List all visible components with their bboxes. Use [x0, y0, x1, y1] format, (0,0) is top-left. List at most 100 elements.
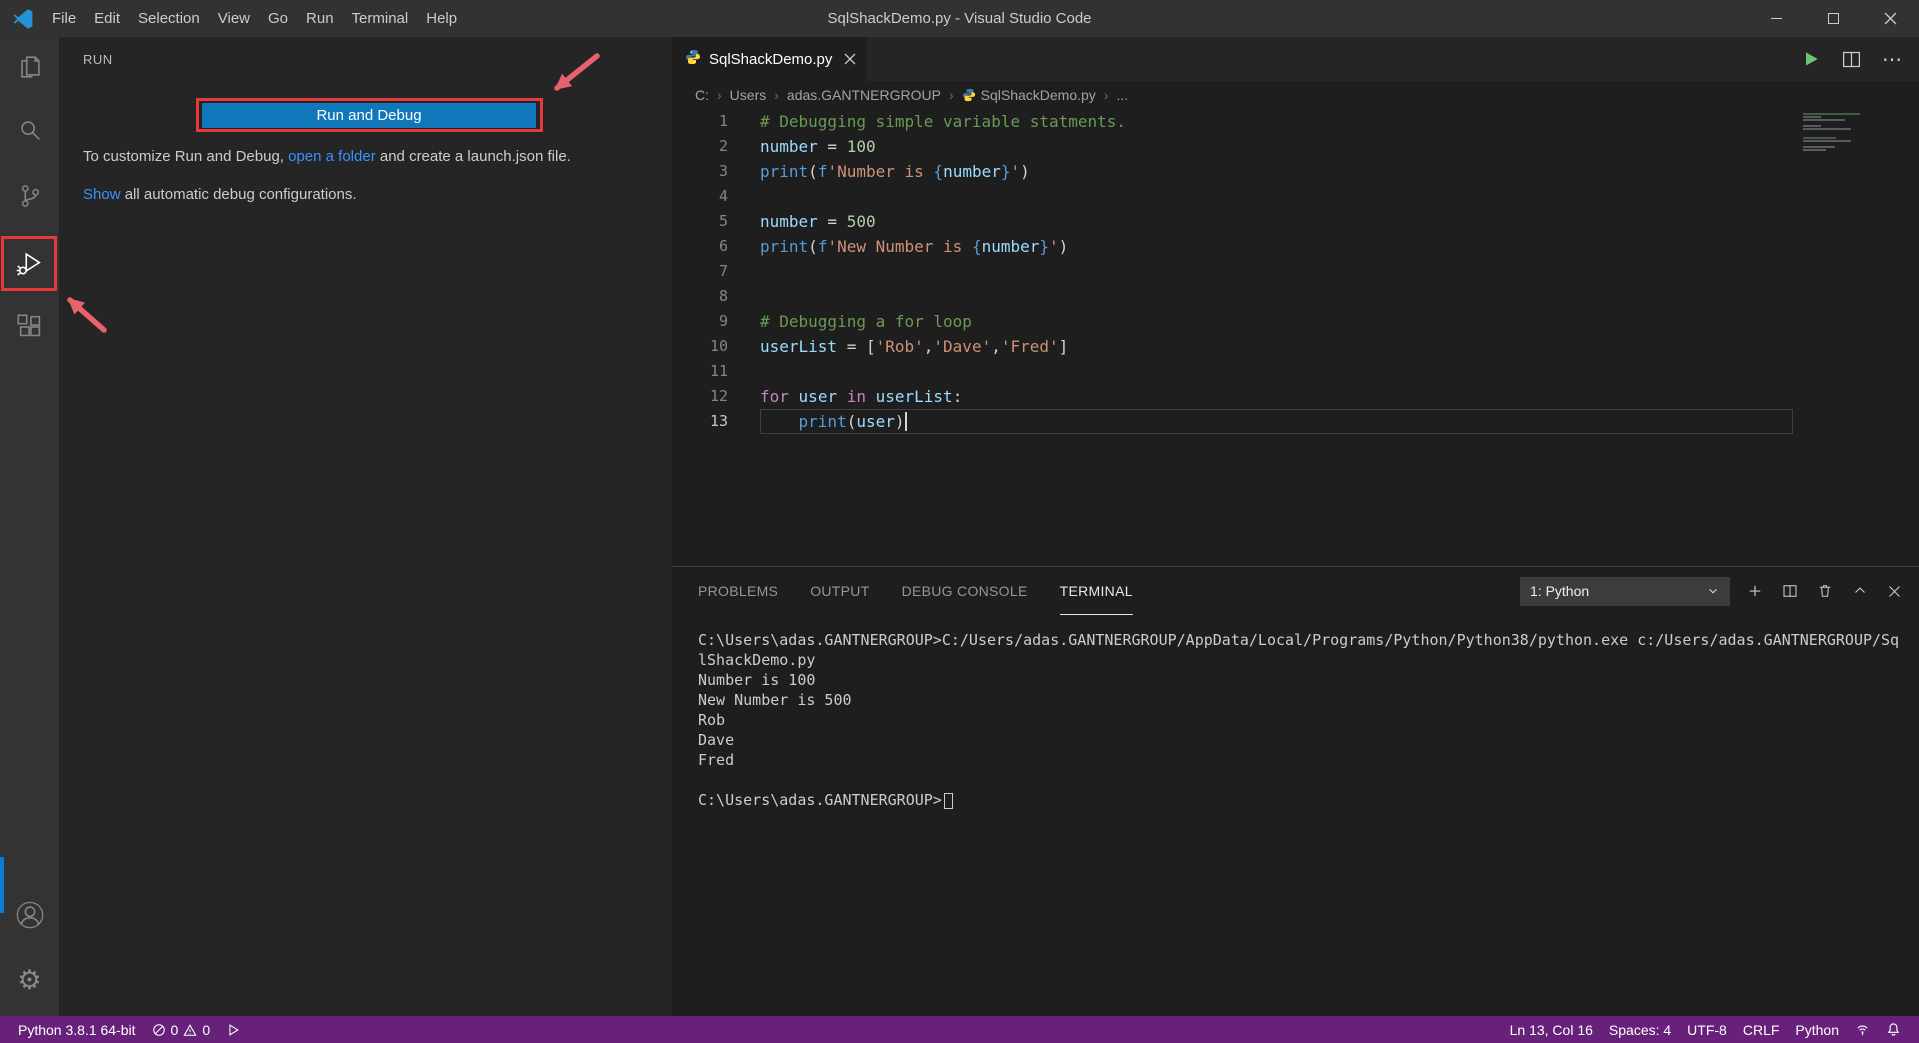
python-file-icon: [685, 49, 701, 70]
line-number: 8: [718, 287, 728, 305]
account-icon[interactable]: [0, 891, 59, 939]
breadcrumb-user-folder[interactable]: adas.GANTNERGROUP: [766, 87, 941, 103]
editor-actions: ⋯: [1801, 37, 1919, 81]
menu-edit[interactable]: Edit: [85, 0, 129, 37]
minimap-line: [1803, 146, 1835, 148]
minimap-line: [1803, 125, 1821, 127]
code-line[interactable]: 8: [672, 284, 1919, 309]
minimap[interactable]: [1803, 113, 1869, 152]
code-line[interactable]: 12 for user in userList:: [672, 384, 1919, 409]
tab-output[interactable]: OUTPUT: [810, 567, 869, 615]
code-line[interactable]: 11: [672, 359, 1919, 384]
code-line[interactable]: 6 print(f'New Number is {number}'): [672, 234, 1919, 259]
tab-sqlshackdemo[interactable]: SqlShackDemo.py: [672, 37, 866, 81]
line-number: 7: [718, 262, 728, 280]
python-interpreter-status[interactable]: Python 3.8.1 64-bit: [10, 1016, 144, 1043]
code-line[interactable]: 2 number = 100: [672, 134, 1919, 159]
language-mode-status[interactable]: Python: [1787, 1016, 1847, 1043]
terminal-line: C:\Users\adas.GANTNERGROUP>C:/Users/adas…: [698, 631, 1900, 649]
code-line[interactable]: 9 # Debugging a for loop: [672, 309, 1919, 334]
terminal-output[interactable]: C:\Users\adas.GANTNERGROUP>C:/Users/adas…: [672, 615, 1919, 810]
indentation-status[interactable]: Spaces: 4: [1601, 1016, 1679, 1043]
editor-region: SqlShackDemo.py ⋯ C: Users adas.GANTNERG…: [672, 37, 1919, 1016]
code-line[interactable]: 7: [672, 259, 1919, 284]
close-button[interactable]: [1862, 0, 1919, 37]
menu-run[interactable]: Run: [297, 0, 343, 37]
notifications-bell-icon[interactable]: [1878, 1016, 1909, 1043]
terminal-select-value: 1: Python: [1530, 583, 1590, 599]
line-content: # Debugging a for loop: [760, 312, 972, 331]
tab-terminal[interactable]: TERMINAL: [1059, 567, 1133, 615]
more-actions-icon[interactable]: ⋯: [1882, 47, 1903, 72]
eol-status[interactable]: CRLF: [1735, 1016, 1788, 1043]
run-status-icon[interactable]: [218, 1016, 248, 1043]
encoding-status[interactable]: UTF-8: [1679, 1016, 1735, 1043]
line-number: 10: [709, 337, 728, 355]
maximize-panel-icon[interactable]: [1851, 582, 1869, 600]
search-icon[interactable]: [0, 107, 59, 155]
show-link[interactable]: Show: [83, 186, 121, 203]
line-content: [760, 284, 1919, 309]
line-content: for user in userList:: [760, 387, 963, 406]
new-terminal-icon[interactable]: [1746, 582, 1764, 600]
tab-problems[interactable]: PROBLEMS: [698, 567, 778, 615]
menu-go[interactable]: Go: [259, 0, 297, 37]
menu-help[interactable]: Help: [417, 0, 466, 37]
maximize-button[interactable]: [1805, 0, 1862, 37]
tab-debug-console[interactable]: DEBUG CONSOLE: [902, 567, 1028, 615]
breadcrumb-drive[interactable]: C:: [695, 87, 709, 103]
vscode-window: File Edit Selection View Go Run Terminal…: [0, 0, 1919, 1043]
explorer-icon[interactable]: [0, 43, 59, 91]
tab-close-icon[interactable]: [844, 53, 856, 65]
terminal-line: Dave: [698, 731, 735, 749]
line-content: userList = ['Rob','Dave','Fred']: [760, 337, 1069, 356]
run-python-file-icon[interactable]: [1801, 49, 1821, 69]
code-line[interactable]: 3 print(f'Number is {number}'): [672, 159, 1919, 184]
kill-terminal-icon[interactable]: [1816, 582, 1834, 600]
panel-header: PROBLEMS OUTPUT DEBUG CONSOLE TERMINAL 1…: [672, 567, 1919, 615]
menu-selection[interactable]: Selection: [129, 0, 209, 37]
line-number: 4: [718, 187, 728, 205]
terminal-line: C:\Users\adas.GANTNERGROUP>: [698, 790, 1919, 810]
run-and-debug-button[interactable]: Run and Debug: [202, 103, 536, 128]
activity-bar: ⚙: [0, 37, 59, 1016]
breadcrumb-users[interactable]: Users: [709, 87, 767, 103]
code-line[interactable]: 5 number = 500: [672, 209, 1919, 234]
run-and-debug-icon[interactable]: [0, 239, 59, 287]
chevron-down-icon: [1709, 588, 1717, 594]
terminal-select-dropdown[interactable]: 1: Python: [1520, 576, 1730, 606]
code-line[interactable]: 4: [672, 184, 1919, 209]
split-terminal-icon[interactable]: [1781, 582, 1799, 600]
breadcrumb-overflow[interactable]: ...: [1096, 87, 1128, 103]
cursor-position-status[interactable]: Ln 13, Col 16: [1502, 1016, 1601, 1043]
split-editor-icon[interactable]: [1841, 49, 1862, 70]
minimap-line: [1803, 119, 1845, 121]
code-line[interactable]: 1 # Debugging simple variable statments.: [672, 109, 1919, 134]
menu-view[interactable]: View: [209, 0, 259, 37]
close-panel-icon[interactable]: [1886, 583, 1903, 600]
open-a-folder-link[interactable]: open a folder: [288, 148, 376, 165]
code-editor[interactable]: 1 # Debugging simple variable statments. 2…: [672, 109, 1919, 566]
terminal-line: Number is 100: [698, 671, 816, 689]
status-bar: Python 3.8.1 64-bit 0 0 Ln 13, Col 16 Sp…: [0, 1016, 1919, 1043]
settings-gear-icon[interactable]: ⚙: [0, 956, 59, 1004]
extensions-icon[interactable]: [0, 303, 59, 351]
minimize-button[interactable]: [1748, 0, 1805, 37]
warning-icon: [183, 1023, 197, 1036]
window-title: SqlShackDemo.py - Visual Studio Code: [827, 10, 1092, 27]
menu-file[interactable]: File: [43, 0, 85, 37]
minimap-line: [1803, 113, 1860, 115]
terminal-line: Fred: [698, 751, 735, 769]
problems-status[interactable]: 0 0: [144, 1016, 219, 1043]
feedback-icon[interactable]: [1847, 1016, 1878, 1043]
show-configurations-hint: Show all automatic debug configurations.: [83, 185, 603, 205]
breadcrumb-file[interactable]: SqlShackDemo.py: [941, 87, 1096, 103]
code-line[interactable]: 10 userList = ['Rob','Dave','Fred']: [672, 334, 1919, 359]
menu-terminal[interactable]: Terminal: [343, 0, 418, 37]
terminal-line: lShackDemo.py: [698, 651, 816, 669]
breadcrumb-label: adas.GANTNERGROUP: [786, 87, 941, 103]
code-line[interactable]: 13 print(user): [672, 409, 1919, 434]
line-content: number = 500: [760, 212, 876, 231]
source-control-icon[interactable]: [0, 172, 59, 220]
breadcrumb-label: Users: [729, 87, 767, 103]
